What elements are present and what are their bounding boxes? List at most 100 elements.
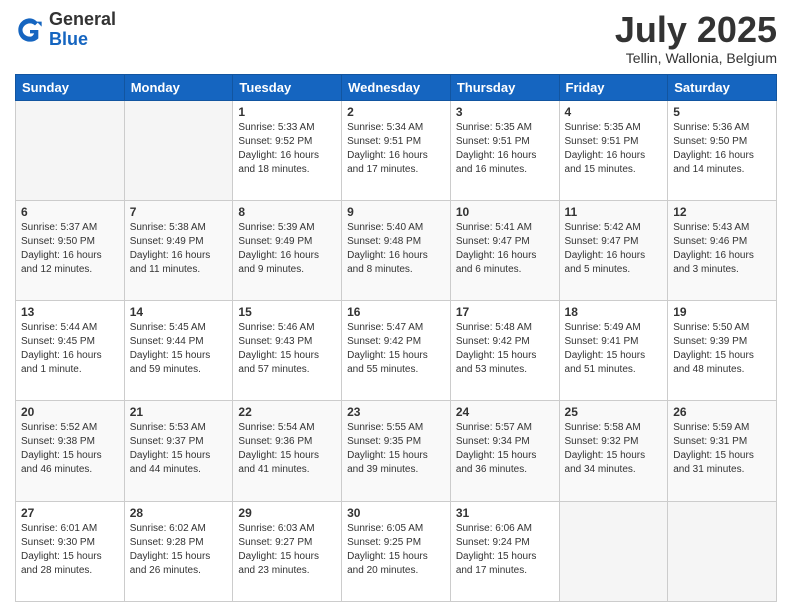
table-row: 8 Sunrise: 5:39 AM Sunset: 9:49 PM Daylig… [233,200,342,300]
day-number: 13 [21,305,119,319]
table-row: 10 Sunrise: 5:41 AM Sunset: 9:47 PM Dayli… [450,200,559,300]
table-row: 24 Sunrise: 5:57 AM Sunset: 9:34 PM Dayli… [450,401,559,501]
day-content: Sunrise: 5:36 AM Sunset: 9:50 PM Dayligh… [673,121,771,177]
col-sunday: Sunday [16,74,125,100]
table-row: 27 Sunrise: 6:01 AM Sunset: 9:30 PM Dayli… [16,501,125,601]
header: General Blue July 2025 Tellin, Wallonia,… [15,10,777,66]
table-row: 16Sunrise: 5:47 AM Sunset: 9:42 PM Dayli… [342,301,451,401]
day-content: Sunrise: 5:57 AM Sunset: 9:34 PM Dayligh… [456,421,554,477]
table-row: 28 Sunrise: 6:02 AM Sunset: 9:28 PM Dayli… [124,501,233,601]
calendar-week-row: 1 Sunrise: 5:33 AM Sunset: 9:52 PM Daylig… [16,100,777,200]
day-content: Sunrise: 5:55 AM Sunset: 9:35 PM Dayligh… [347,421,445,477]
day-number: 12 [673,205,771,219]
logo-icon [15,15,45,45]
logo: General Blue [15,10,116,50]
day-content: Sunrise: 5:54 AM Sunset: 9:36 PM Dayligh… [238,421,336,477]
day-content: Sunrise: 5:39 AM Sunset: 9:49 PM Dayligh… [238,221,336,277]
table-row: 13 Sunrise: 5:44 AM Sunset: 9:45 PM Dayli… [16,301,125,401]
table-row: 22 Sunrise: 5:54 AM Sunset: 9:36 PM Dayli… [233,401,342,501]
table-row: 5 Sunrise: 5:36 AM Sunset: 9:50 PM Daylig… [668,100,777,200]
table-row: 29Sunrise: 6:03 AM Sunset: 9:27 PM Dayli… [233,501,342,601]
day-content: Sunrise: 5:35 AM Sunset: 9:51 PM Dayligh… [456,121,554,177]
day-number: 31 [456,506,554,520]
col-thursday: Thursday [450,74,559,100]
day-content: Sunrise: 5:48 AM Sunset: 9:42 PM Dayligh… [456,321,554,377]
day-number: 2 [347,105,445,119]
day-number: 22 [238,405,336,419]
day-number: 21 [130,405,228,419]
day-number: 14 [130,305,228,319]
logo-general-text: General [49,10,116,30]
day-number: 17 [456,305,554,319]
table-row: 19Sunrise: 5:50 AM Sunset: 9:39 PM Dayli… [668,301,777,401]
table-row: 26 Sunrise: 5:59 AM Sunset: 9:31 PM Dayli… [668,401,777,501]
day-number: 3 [456,105,554,119]
logo-text: General Blue [49,10,116,50]
table-row: 18 Sunrise: 5:49 AM Sunset: 9:41 PM Dayli… [559,301,668,401]
day-number: 26 [673,405,771,419]
table-row [16,100,125,200]
day-content: Sunrise: 5:33 AM Sunset: 9:52 PM Dayligh… [238,121,336,177]
table-row: 7 Sunrise: 5:38 AM Sunset: 9:49 PM Daylig… [124,200,233,300]
table-row: 15Sunrise: 5:46 AM Sunset: 9:43 PM Dayli… [233,301,342,401]
location-text: Tellin, Wallonia, Belgium [615,50,777,66]
day-content: Sunrise: 5:34 AM Sunset: 9:51 PM Dayligh… [347,121,445,177]
day-content: Sunrise: 6:01 AM Sunset: 9:30 PM Dayligh… [21,522,119,578]
calendar-header-row: Sunday Monday Tuesday Wednesday Thursday… [16,74,777,100]
table-row [559,501,668,601]
calendar-week-row: 6 Sunrise: 5:37 AM Sunset: 9:50 PM Daylig… [16,200,777,300]
day-number: 24 [456,405,554,419]
table-row: 23 Sunrise: 5:55 AM Sunset: 9:35 PM Dayli… [342,401,451,501]
month-year-title: July 2025 [615,10,777,50]
day-content: Sunrise: 5:44 AM Sunset: 9:45 PM Dayligh… [21,321,119,377]
day-number: 19 [673,305,771,319]
calendar-page: General Blue July 2025 Tellin, Wallonia,… [0,0,792,612]
day-content: Sunrise: 5:43 AM Sunset: 9:46 PM Dayligh… [673,221,771,277]
day-number: 11 [565,205,663,219]
table-row: 20 Sunrise: 5:52 AM Sunset: 9:38 PM Dayli… [16,401,125,501]
table-row: 21 Sunrise: 5:53 AM Sunset: 9:37 PM Dayli… [124,401,233,501]
day-content: Sunrise: 6:05 AM Sunset: 9:25 PM Dayligh… [347,522,445,578]
col-monday: Monday [124,74,233,100]
day-number: 7 [130,205,228,219]
table-row: 6 Sunrise: 5:37 AM Sunset: 9:50 PM Daylig… [16,200,125,300]
calendar-table: Sunday Monday Tuesday Wednesday Thursday… [15,74,777,602]
day-number: 10 [456,205,554,219]
day-number: 28 [130,506,228,520]
day-content: Sunrise: 5:59 AM Sunset: 9:31 PM Dayligh… [673,421,771,477]
table-row: 11 Sunrise: 5:42 AM Sunset: 9:47 PM Dayli… [559,200,668,300]
day-content: Sunrise: 5:47 AM Sunset: 9:42 PM Dayligh… [347,321,445,377]
day-content: Sunrise: 6:06 AM Sunset: 9:24 PM Dayligh… [456,522,554,578]
table-row: 9Sunrise: 5:40 AM Sunset: 9:48 PM Daylig… [342,200,451,300]
day-content: Sunrise: 5:41 AM Sunset: 9:47 PM Dayligh… [456,221,554,277]
day-number: 23 [347,405,445,419]
calendar-week-row: 27 Sunrise: 6:01 AM Sunset: 9:30 PM Dayli… [16,501,777,601]
day-number: 5 [673,105,771,119]
day-number: 27 [21,506,119,520]
day-content: Sunrise: 5:53 AM Sunset: 9:37 PM Dayligh… [130,421,228,477]
table-row: 3 Sunrise: 5:35 AM Sunset: 9:51 PM Daylig… [450,100,559,200]
col-wednesday: Wednesday [342,74,451,100]
day-content: Sunrise: 5:49 AM Sunset: 9:41 PM Dayligh… [565,321,663,377]
day-content: Sunrise: 5:37 AM Sunset: 9:50 PM Dayligh… [21,221,119,277]
day-number: 6 [21,205,119,219]
day-number: 18 [565,305,663,319]
day-content: Sunrise: 5:40 AM Sunset: 9:48 PM Dayligh… [347,221,445,277]
col-friday: Friday [559,74,668,100]
table-row [124,100,233,200]
day-content: Sunrise: 5:38 AM Sunset: 9:49 PM Dayligh… [130,221,228,277]
table-row: 1 Sunrise: 5:33 AM Sunset: 9:52 PM Daylig… [233,100,342,200]
day-number: 8 [238,205,336,219]
day-number: 30 [347,506,445,520]
day-content: Sunrise: 5:52 AM Sunset: 9:38 PM Dayligh… [21,421,119,477]
title-block: July 2025 Tellin, Wallonia, Belgium [615,10,777,66]
day-number: 1 [238,105,336,119]
calendar-week-row: 20 Sunrise: 5:52 AM Sunset: 9:38 PM Dayli… [16,401,777,501]
day-content: Sunrise: 5:58 AM Sunset: 9:32 PM Dayligh… [565,421,663,477]
day-number: 15 [238,305,336,319]
day-number: 20 [21,405,119,419]
col-tuesday: Tuesday [233,74,342,100]
day-content: Sunrise: 5:42 AM Sunset: 9:47 PM Dayligh… [565,221,663,277]
day-content: Sunrise: 6:02 AM Sunset: 9:28 PM Dayligh… [130,522,228,578]
day-number: 4 [565,105,663,119]
